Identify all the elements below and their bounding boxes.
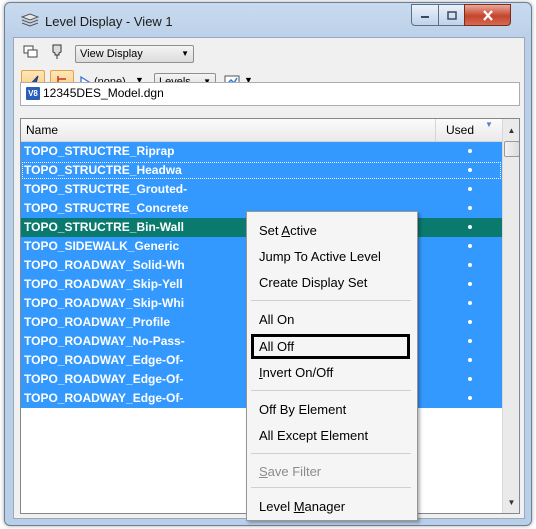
level-name: TOPO_STRUCTRE_Bin-Wall: [24, 220, 185, 234]
menu-item-all-on[interactable]: All On: [259, 312, 294, 327]
context-menu: Set Active Jump To Active Level Create D…: [246, 211, 418, 521]
menu-item-level-manager[interactable]: Level Manager: [259, 499, 345, 514]
view-display-dropdown[interactable]: View Display ▼: [75, 45, 194, 63]
file-name: 12345DES_Model.dgn: [43, 86, 164, 100]
used-indicator: [468, 339, 472, 343]
window-title: Level Display - View 1: [45, 14, 173, 29]
level-name: TOPO_ROADWAY_Skip-Whi: [24, 296, 185, 310]
menu-item-jump-to-active-level[interactable]: Jump To Active Level: [259, 249, 381, 264]
menu-item-all-except-element[interactable]: All Except Element: [259, 428, 368, 443]
chevron-down-icon: ▼: [181, 49, 189, 58]
level-name: TOPO_ROADWAY_No-Pass-: [24, 334, 185, 348]
used-indicator: [468, 149, 472, 153]
menu-item-create-display-set[interactable]: Create Display Set: [259, 275, 367, 290]
level-name: TOPO_STRUCTRE_Headwa: [24, 163, 182, 177]
scroll-down-icon[interactable]: ▼: [503, 494, 519, 511]
file-field[interactable]: V8 12345DES_Model.dgn: [20, 82, 520, 106]
level-name: TOPO_SIDEWALK_Generic: [24, 239, 180, 253]
list-header: Name Used ▼: [21, 119, 502, 142]
level-row[interactable]: TOPO_STRUCTRE_Riprap: [21, 142, 502, 161]
level-row[interactable]: TOPO_STRUCTRE_Headwa: [21, 161, 502, 180]
level-name: TOPO_ROADWAY_Solid-Wh: [24, 258, 185, 272]
menu-text: anager: [304, 499, 346, 514]
menu-text: Set: [259, 223, 282, 238]
level-name: TOPO_ROADWAY_Edge-Of-: [24, 372, 184, 386]
used-indicator: [468, 187, 472, 191]
level-name: TOPO_STRUCTRE_Grouted-: [24, 182, 188, 196]
menu-text: nvert On/Off: [262, 365, 334, 380]
menu-item-off-by-element[interactable]: Off By Element: [259, 402, 346, 417]
level-display-icon: [21, 13, 39, 27]
menu-separator: [251, 390, 411, 391]
menu-item-set-active[interactable]: Set Active: [259, 223, 317, 238]
menu-text: ave Filter: [267, 464, 322, 479]
used-indicator: [468, 301, 472, 305]
used-indicator: [468, 358, 472, 362]
menu-text: ctive: [290, 223, 317, 238]
title-bar[interactable]: Level Display - View 1: [5, 3, 531, 37]
level-name: TOPO_ROADWAY_Skip-Yell: [24, 277, 183, 291]
level-name: TOPO_ROADWAY_Profile: [24, 315, 171, 329]
scroll-thumb[interactable]: [504, 141, 519, 157]
menu-text: S: [259, 464, 268, 479]
menu-item-all-off[interactable]: All Off: [259, 339, 294, 354]
sort-arrow-icon: ▼: [485, 120, 493, 129]
used-indicator: [468, 282, 472, 286]
minimize-button[interactable]: [411, 4, 439, 26]
menu-separator: [251, 487, 411, 488]
vertical-scrollbar[interactable]: ▲ ▼: [502, 119, 519, 513]
level-name: TOPO_ROADWAY_Edge-Of-: [24, 353, 184, 367]
menu-text: Level: [259, 499, 294, 514]
column-name-header[interactable]: Name: [26, 123, 58, 137]
menu-text: M: [293, 499, 305, 514]
minimize-icon: [421, 16, 429, 18]
used-indicator: [468, 320, 472, 324]
used-indicator: [468, 206, 472, 210]
menu-item-invert-on-off[interactable]: Invert On/Off: [259, 365, 333, 380]
level-name: TOPO_STRUCTRE_Riprap: [24, 144, 175, 158]
column-used-header[interactable]: Used: [446, 123, 474, 137]
v8-file-icon: V8: [26, 87, 40, 100]
used-indicator: [468, 377, 472, 381]
scroll-up-icon[interactable]: ▲: [503, 122, 519, 139]
used-indicator: [468, 168, 472, 172]
used-indicator: [468, 263, 472, 267]
maximize-icon: [446, 10, 457, 20]
level-row[interactable]: TOPO_STRUCTRE_Grouted-: [21, 180, 502, 199]
level-name: TOPO_STRUCTRE_Concrete: [24, 201, 189, 215]
view-display-label: View Display: [80, 48, 143, 60]
view-group-icon[interactable]: [23, 45, 39, 59]
close-button[interactable]: [464, 4, 511, 26]
close-icon: [482, 9, 493, 21]
menu-separator: [251, 300, 411, 301]
maximize-button[interactable]: [438, 4, 465, 26]
menu-separator: [251, 453, 411, 454]
used-indicator: [468, 225, 472, 229]
level-name: TOPO_ROADWAY_Edge-Of-: [24, 391, 184, 405]
used-indicator: [468, 244, 472, 248]
menu-item-save-filter: Save Filter: [259, 464, 321, 479]
menu-text: A: [281, 223, 291, 238]
pin-icon[interactable]: [50, 44, 64, 60]
column-divider[interactable]: [435, 119, 436, 141]
used-indicator: [468, 396, 472, 400]
